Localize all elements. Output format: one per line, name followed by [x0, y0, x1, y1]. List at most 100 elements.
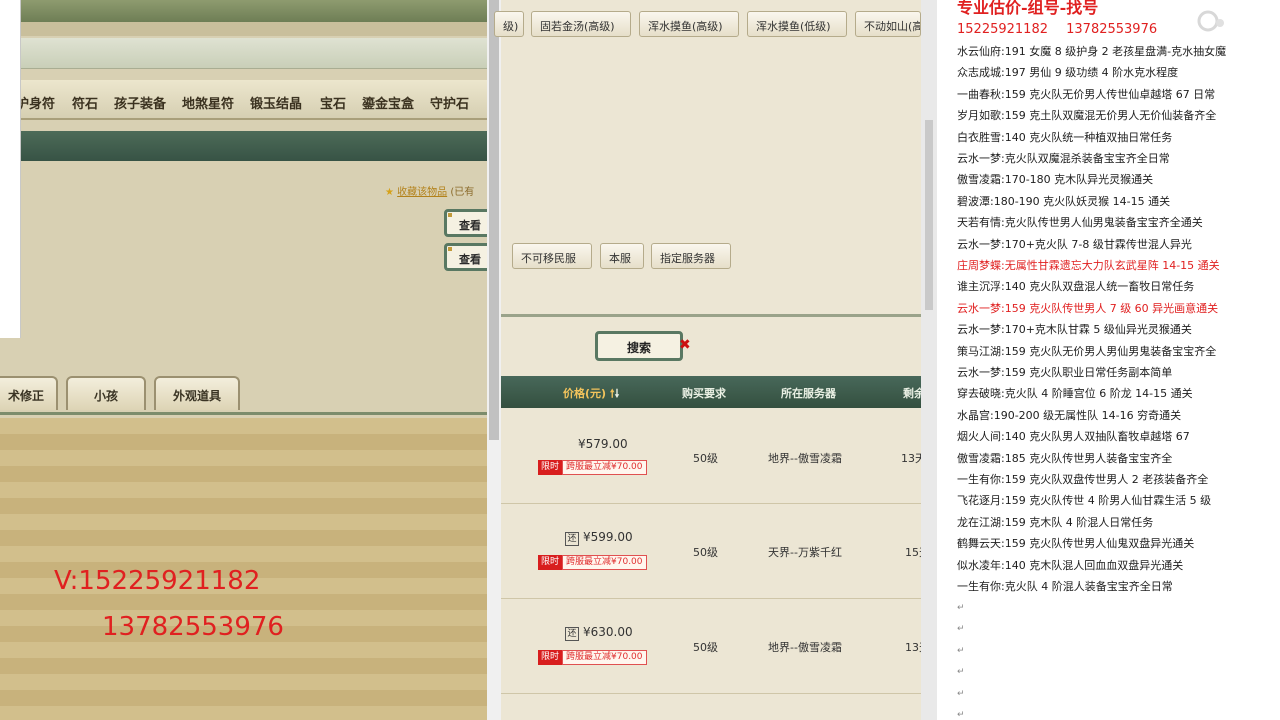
paragraph-mark-icon: ↵	[957, 667, 965, 678]
requirement-column-header: 购买要求	[682, 387, 726, 400]
star-icon: ★	[385, 187, 394, 198]
note-line: 谁主沉浮:140 克火队双盘混人统一畜牧日常任务	[957, 280, 1195, 294]
note-line: 水云仙府:191 女魔 8 级护身 2 老孩星盘满-克水抽女魔	[957, 45, 1227, 58]
note-line: 云水一梦:159 克火队职业日常任务副本简单	[957, 366, 1173, 379]
limited-offer: 限时 跨服最立减¥70.00	[538, 555, 647, 570]
note-line: 烟火人间:140 克火队男人双抽队畜牧卓越塔 67	[957, 430, 1190, 444]
remaining-time: 13天	[901, 452, 921, 465]
server-filter-button[interactable]: 不可移民服	[512, 243, 592, 269]
sort-down-icon[interactable]: 🠗	[615, 387, 620, 400]
limited-offer: 限时 跨服最立减¥70.00	[538, 650, 647, 665]
category-item[interactable]: 鎏金宝盒	[362, 93, 414, 112]
tab-child[interactable]: 小孩	[66, 376, 146, 410]
category-bar: 护身符 符石 孩子装备 地煞星符 锻玉结晶 宝石 鎏金宝盒 守护石	[0, 80, 487, 120]
server-filter-button[interactable]: 指定服务器	[651, 243, 731, 269]
skill-filter-button[interactable]: 不动如山(高	[855, 11, 921, 37]
document-title: 专业估价-组号-找号	[957, 0, 1099, 17]
item-price: ¥579.00	[578, 437, 628, 451]
note-line: 云水一梦:170+克火队 7-8 级甘霖传世混人异光	[957, 237, 1192, 251]
server-name: 天界--万紫千红	[768, 546, 842, 559]
category-item[interactable]: 锻玉结晶	[250, 93, 302, 112]
note-line: 穿去破晓:克火队 4 阶睡宫位 6 阶龙 14-15 通关	[957, 387, 1193, 401]
note-line: 云水一梦:克火队双魔混杀装备宝宝齐全日常	[957, 152, 1170, 165]
remaining-time: 13天	[905, 641, 921, 654]
note-line: 碧波潭:180-190 克火队妖灵猴 14-15 通关	[957, 194, 1171, 208]
limited-offer: 限时 跨服最立减¥70.00	[538, 460, 647, 475]
left-scrollbar-thumb[interactable]	[489, 0, 499, 440]
left-section-header	[20, 131, 487, 161]
middle-scrollbar[interactable]	[921, 0, 937, 720]
note-line: 岁月如歌:159 克土队双魔混无价男人无价仙装备齐全	[957, 109, 1217, 123]
middle-divider	[501, 314, 921, 317]
server-filter-button[interactable]: 本服	[600, 243, 644, 269]
paragraph-mark-icon: ↵	[957, 624, 965, 635]
left-grey-bar	[20, 38, 487, 69]
left-white-overlay	[0, 0, 21, 338]
tab-shushu[interactable]: 术修正	[0, 376, 58, 410]
note-line: 一曲春秋:159 克火队无价男人传世仙卓越塔 67 日常	[957, 87, 1216, 101]
item-price: ¥630.00	[583, 625, 633, 639]
view-button-label: 查看	[459, 253, 481, 266]
note-line: 鹤舞云天:159 克火队传世男人仙鬼双盘异光通关	[957, 537, 1195, 551]
server-name: 地界--傲雪凌霜	[768, 641, 842, 654]
limit-tag: 限时	[538, 460, 563, 475]
level-requirement: 50级	[693, 452, 718, 465]
level-requirement: 50级	[693, 641, 718, 654]
item-price-group: 还 ¥630.00	[565, 625, 633, 641]
category-item[interactable]: 宝石	[320, 93, 346, 112]
phone-number: 15225921182	[957, 22, 1048, 37]
item-price-group: 还 ¥599.00	[565, 530, 633, 546]
favorite-area: ★ 收藏该物品 (已有	[385, 183, 474, 198]
favorite-suffix: (已有	[450, 187, 475, 198]
price-column-header[interactable]: 价格(元) 🠕🠗	[563, 385, 619, 404]
category-item[interactable]: 地煞星符	[182, 93, 234, 112]
note-line: 庄周梦蝶:无属性甘霖遗忘大力队玄武星阵 14-15 通关	[957, 259, 1220, 272]
tab-appearance[interactable]: 外观道具	[154, 376, 240, 410]
paragraph-mark-icon: ↵	[957, 688, 965, 699]
skill-filter-button[interactable]: 固若金汤(高级)	[531, 11, 631, 37]
limit-deal: 跨服最立减¥70.00	[562, 555, 647, 570]
note-line: 水晶宫:190-200 级无属性队 14-16 穷奇通关	[957, 408, 1182, 422]
middle-scrollbar-thumb[interactable]	[925, 120, 933, 310]
view-button-label: 查看	[459, 219, 481, 232]
contact-line-2: 13782553976	[102, 612, 284, 642]
phone-numbers: 15225921182 13782553976	[957, 22, 1171, 37]
paragraph-mark-icon: ↵	[957, 645, 965, 656]
skill-filter-button[interactable]: 浑水摸鱼(高级)	[639, 11, 739, 37]
note-line: 一生有你:克火队 4 阶混人装备宝宝齐全日常	[957, 580, 1173, 593]
favorite-link[interactable]: 收藏该物品	[397, 187, 447, 198]
note-line: 龙在江湖:159 克木队 4 阶混人日常任务	[957, 515, 1154, 529]
search-button[interactable]: 搜索	[595, 331, 683, 361]
item-price: ¥599.00	[583, 530, 633, 544]
limit-deal: 跨服最立减¥70.00	[562, 650, 647, 665]
left-header-band	[20, 0, 487, 22]
category-item[interactable]: 守护石	[430, 93, 469, 112]
bargain-icon: 还	[565, 627, 579, 641]
button-corner-icon	[448, 213, 452, 217]
note-line: 傲雪凌霜:170-180 克木队异光灵猴通关	[957, 173, 1154, 187]
note-line: 飞花逐月:159 克火队传世 4 阶男人仙甘霖生活 5 级	[957, 494, 1212, 508]
skill-filter-button[interactable]: 浑水摸鱼(低级)	[747, 11, 847, 37]
note-line: 众志成城:197 男仙 9 级功绩 4 阶水克水程度	[957, 66, 1179, 80]
clear-search-icon[interactable]: ✖	[679, 337, 691, 353]
left-header-band-lower	[20, 22, 487, 36]
watermark-logo-icon	[1197, 10, 1224, 32]
level-requirement: 50级	[693, 546, 718, 559]
note-line: 似水凌年:140 克木队混人回血血双盘异光通关	[957, 558, 1184, 572]
category-item[interactable]: 孩子装备	[114, 93, 166, 112]
note-line: 天若有情:克火队传世男人仙男鬼装备宝宝齐全通关	[957, 216, 1203, 230]
paragraph-mark-icon: ↵	[957, 710, 965, 720]
server-name: 地界--傲雪凌霜	[768, 452, 842, 465]
note-line: 云水一梦:170+克木队甘霖 5 级仙异光灵猴通关	[957, 323, 1192, 337]
category-item[interactable]: 符石	[72, 93, 98, 112]
limit-deal: 跨服最立减¥70.00	[562, 460, 647, 475]
limit-tag: 限时	[538, 555, 563, 570]
paragraph-mark-icon: ↵	[957, 603, 965, 613]
remaining-time: 15天	[905, 546, 921, 559]
note-line: 策马江湖:159 克火队无价男人男仙男鬼装备宝宝齐全	[957, 344, 1217, 358]
bargain-icon: 还	[565, 532, 579, 546]
search-button-label: 搜索	[626, 341, 651, 355]
skill-filter-button[interactable]: 级)	[494, 11, 524, 37]
category-item[interactable]: 护身符	[16, 93, 55, 112]
button-corner-icon	[448, 247, 452, 251]
